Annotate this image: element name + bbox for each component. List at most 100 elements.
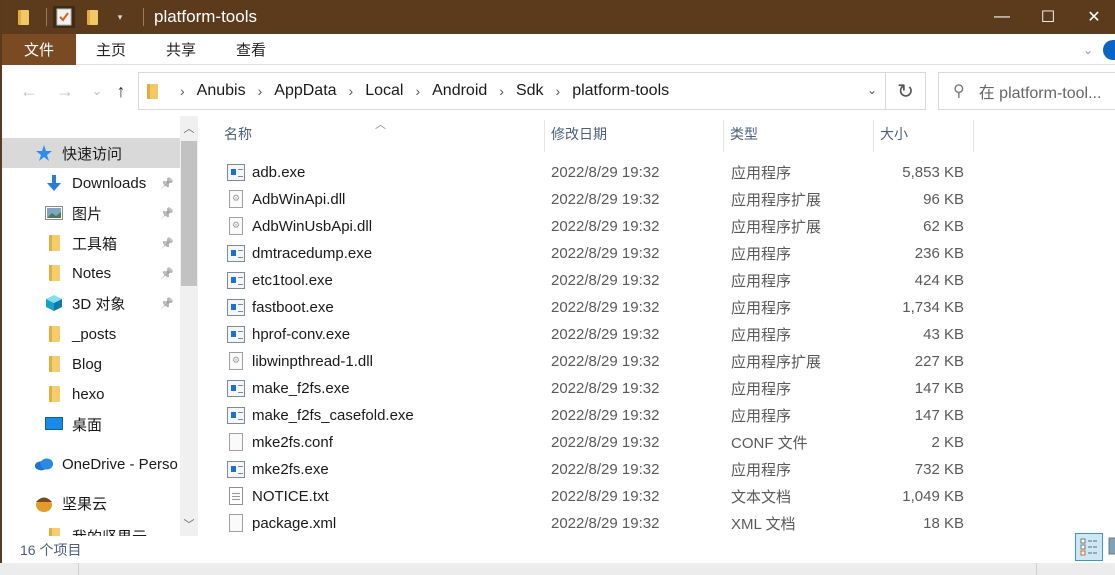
file-row[interactable]: etc1tool.exe 2022/8/29 19:32 应用程序 424 KB [207,267,987,294]
address-dropdown-icon[interactable]: ⌄ [867,83,877,97]
column-header-type[interactable]: 类型 [730,116,758,152]
minimize-button[interactable]: — [979,0,1025,34]
folder-icon [44,527,64,536]
help-icon[interactable] [1103,39,1115,60]
file-name: etc1tool.exe [252,272,333,289]
folder-icon [44,385,64,403]
file-date: 2022/8/29 19:32 [551,191,660,208]
column-header-date[interactable]: 修改日期 [551,116,607,152]
pin-icon[interactable]: 📌 [160,177,174,190]
file-row[interactable]: NOTICE.txt 2022/8/29 19:32 文本文档 1,049 KB [207,483,987,510]
column-header-size[interactable]: 大小 [880,116,908,152]
nav-item[interactable]: 我的坚果云 [2,521,180,536]
file-row[interactable]: make_f2fs.exe 2022/8/29 19:32 应用程序 147 KB [207,375,987,402]
doc-file-icon [229,433,243,451]
breadcrumb-separator[interactable]: › [556,83,561,99]
nav-item[interactable]: 3D 对象 📌 [2,288,180,318]
file-row[interactable]: libwinpthread-1.dll 2022/8/29 19:32 应用程序扩展… [207,348,987,375]
nav-item[interactable]: 桌面 [2,409,180,439]
breadcrumb-android[interactable]: Android [432,82,487,100]
breadcrumb-separator[interactable]: › [258,83,263,99]
nav-item[interactable]: 图片 📌 [2,198,180,228]
nav-item[interactable]: Notes 📌 [2,258,180,288]
nav-item[interactable]: hexo [2,379,180,409]
recent-locations-button[interactable]: ⌄ [86,80,108,102]
nav-item[interactable]: 工具箱 📌 [2,228,180,258]
file-size: 227 KB [914,353,964,370]
scroll-up-icon[interactable]: ︿ [180,118,198,138]
expand-ribbon-icon[interactable]: ⌄ [1083,43,1093,57]
nav-item[interactable]: OneDrive - Perso [2,449,180,479]
file-row[interactable]: AdbWinUsbApi.dll 2022/8/29 19:32 应用程序扩展 62 … [207,213,987,240]
column-divider[interactable] [723,120,724,152]
breadcrumb-local[interactable]: Local [365,82,403,100]
file-row[interactable]: dmtracedump.exe 2022/8/29 19:32 应用程序 236 KB [207,240,987,267]
file-row[interactable]: make_f2fs_casefold.exe 2022/8/29 19:32 应用程… [207,402,987,429]
breadcrumb-sdk[interactable]: Sdk [516,82,544,100]
column-divider[interactable] [973,120,974,152]
sort-ascending-icon: ︿ [375,119,386,131]
navigation-pane-scrollbar[interactable]: ︿ ﹀ [180,116,198,536]
breadcrumb-anubis[interactable]: Anubis [197,82,246,100]
properties-icon[interactable] [53,6,75,28]
file-type: CONF 文件 [731,435,808,452]
new-folder-icon[interactable] [81,6,103,28]
folder-icon [12,6,34,28]
customize-dropdown-icon[interactable]: ▾ [109,6,131,28]
file-row[interactable]: package.xml 2022/8/29 19:32 XML 文档 18 KB [207,510,987,537]
breadcrumb-separator[interactable]: › [499,83,504,99]
scroll-down-icon[interactable]: ﹀ [180,514,198,534]
file-row[interactable]: fastboot.exe 2022/8/29 19:32 应用程序 1,734 KB [207,294,987,321]
nav-item[interactable]: 快速访问 [2,138,180,168]
column-header-name[interactable]: 名称 [224,116,252,152]
breadcrumb-appdata[interactable]: AppData [274,82,336,100]
tab-home[interactable]: 主页 [76,34,146,65]
file-row[interactable]: hprof-conv.exe 2022/8/29 19:32 应用程序 43 KB [207,321,987,348]
column-divider[interactable] [873,120,874,152]
file-row[interactable]: mke2fs.conf 2022/8/29 19:32 CONF 文件 2 KB [207,429,987,456]
breadcrumb-platform-tools[interactable]: platform-tools [572,82,669,100]
column-divider[interactable] [544,120,545,152]
nav-item[interactable]: _posts [2,319,180,349]
file-row[interactable]: adb.exe 2022/8/29 19:32 应用程序 5,853 KB [207,159,987,186]
file-size: 147 KB [914,380,964,397]
address-bar[interactable]: › Anubis › AppData › Local › Android › S… [138,72,886,110]
back-button[interactable]: ← [18,80,40,102]
item-count: 16 个项目 [20,541,82,558]
dll-file-icon [229,217,243,235]
file-date: 2022/8/29 19:32 [551,461,660,478]
tab-share[interactable]: 共享 [146,34,216,65]
pin-icon[interactable]: 📌 [160,207,174,220]
file-type: 应用程序扩展 [731,192,822,209]
breadcrumb-separator[interactable]: › [349,83,354,99]
breadcrumb-separator[interactable]: › [415,83,420,99]
pin-icon[interactable]: 📌 [160,267,174,280]
breadcrumb-separator[interactable]: › [180,83,185,99]
nav-item-label: _posts [72,325,117,343]
tab-view[interactable]: 查看 [216,34,286,65]
tab-file[interactable]: 文件 [2,33,77,65]
search-placeholder: 在 platform-tool... [978,85,1102,102]
file-row[interactable]: AdbWinApi.dll 2022/8/29 19:32 应用程序扩展 96 KB [207,186,987,213]
nav-item[interactable]: Downloads 📌 [2,168,180,198]
file-row[interactable]: mke2fs.exe 2022/8/29 19:32 应用程序 732 KB [207,456,987,483]
file-name: adb.exe [252,164,306,181]
details-view-button[interactable] [1075,533,1103,561]
dll-file-icon [229,190,243,208]
pin-icon[interactable]: 📌 [160,297,174,310]
scrollbar-thumb[interactable] [181,141,197,286]
file-list: ︿ 名称 修改日期 类型 大小 adb.exe 2022/8/29 19:32 应用… [207,116,1115,536]
file-size: 96 KB [923,191,964,208]
refresh-button[interactable]: ↻ [886,72,926,110]
search-input[interactable]: ⚲ 在 platform-tool... [938,72,1115,110]
close-button[interactable]: ✕ [1071,0,1115,34]
file-date: 2022/8/29 19:32 [551,434,660,451]
forward-button[interactable]: → [54,80,76,102]
nav-item[interactable]: 坚果云 [2,488,180,518]
nav-item[interactable]: Blog [2,349,180,379]
large-icons-view-button[interactable] [1108,533,1115,561]
maximize-button[interactable]: ☐ [1025,0,1071,34]
up-button[interactable]: ↑ [110,80,132,102]
exe-file-icon [227,326,245,343]
pin-icon[interactable]: 📌 [160,237,174,250]
